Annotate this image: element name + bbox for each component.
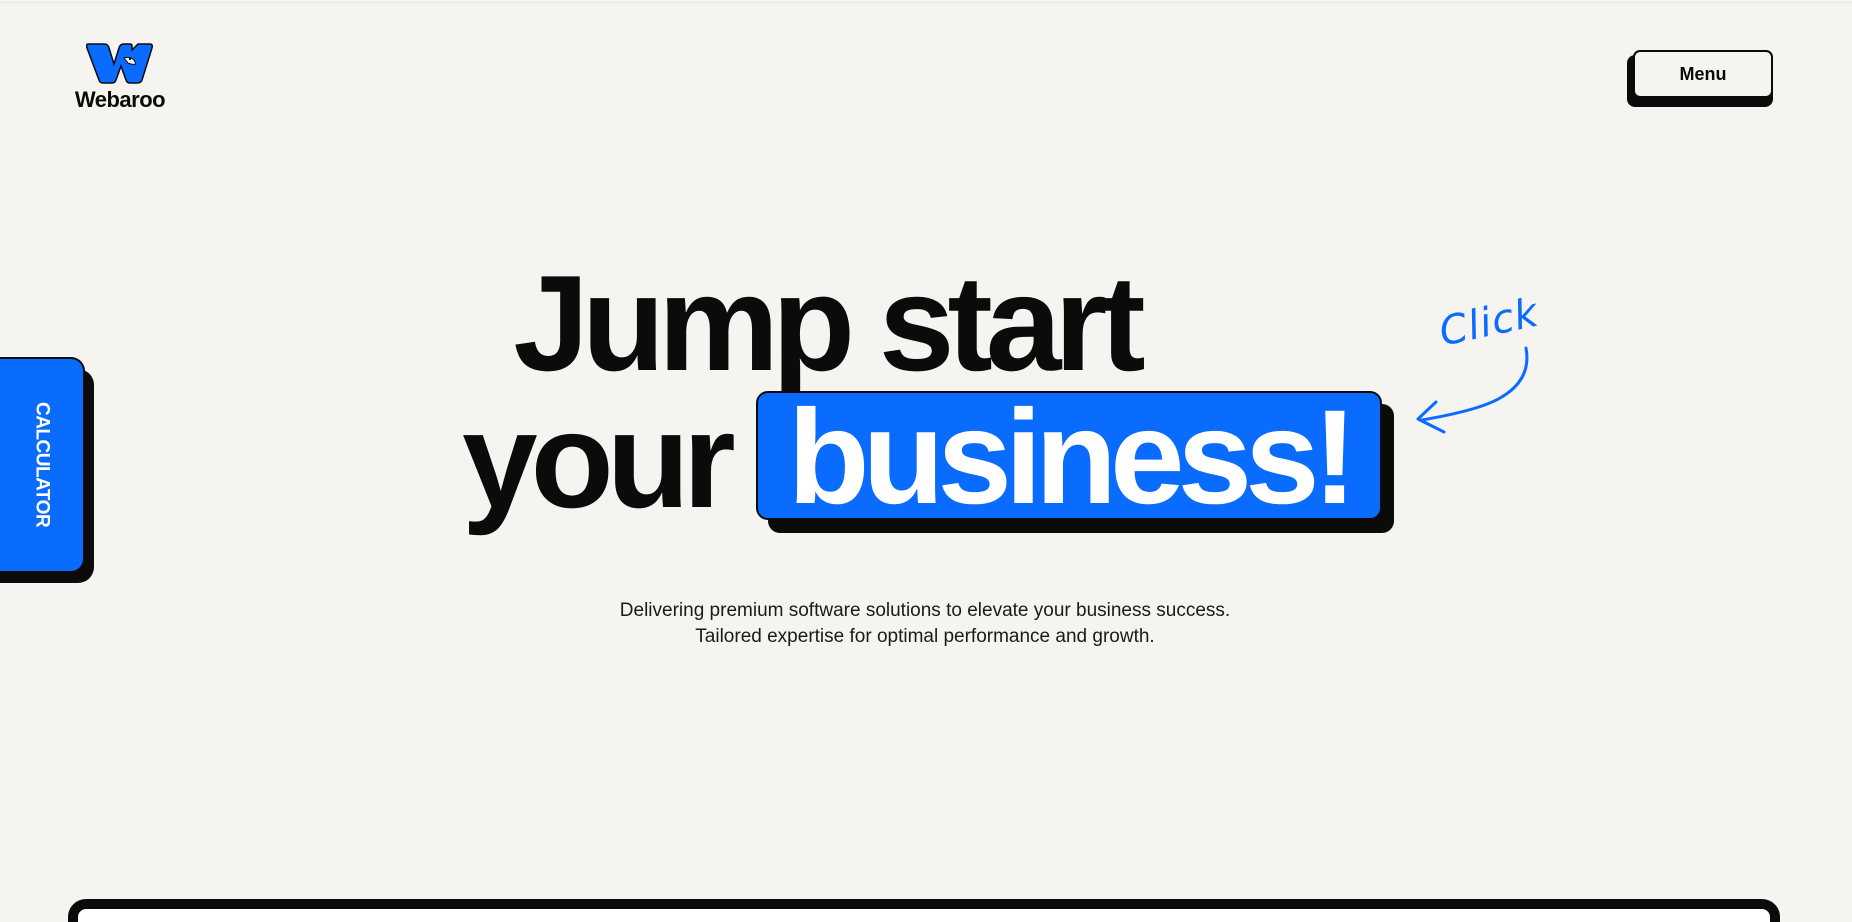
hero-subtitle-line1: Delivering premium software solutions to… <box>619 600 1231 621</box>
top-divider <box>0 2 1852 3</box>
menu-button[interactable]: Menu <box>1633 50 1773 98</box>
hero-subtitle-line2: Tailored expertise for optimal performan… <box>695 626 1155 647</box>
brand-name: Webaroo <box>74 87 166 112</box>
hero-headline-line1: Jump start <box>0 248 1852 398</box>
calculator-tab-label: CALCULATOR <box>31 402 53 528</box>
page: Webaroo Menu CALCULATOR Jump start your … <box>0 0 1852 922</box>
bottom-content-frame <box>68 899 1780 922</box>
menu-button-wrapper: Menu <box>1627 50 1777 107</box>
hero-highlight-box: business! <box>756 391 1382 520</box>
hero-headline-line2-plain: your <box>462 384 736 536</box>
hero-subtitle: Delivering premium software solutions to… <box>0 598 1852 650</box>
brand-logo-link[interactable]: Webaroo <box>68 40 172 112</box>
click-annotation: Click <box>1410 290 1560 440</box>
hero-headline-line1-text: Jump start <box>513 247 1145 399</box>
w-kangaroo-logo-icon <box>86 43 153 84</box>
curved-arrow-icon <box>1416 346 1529 434</box>
hero-headline-highlight: business! <box>787 391 1358 520</box>
